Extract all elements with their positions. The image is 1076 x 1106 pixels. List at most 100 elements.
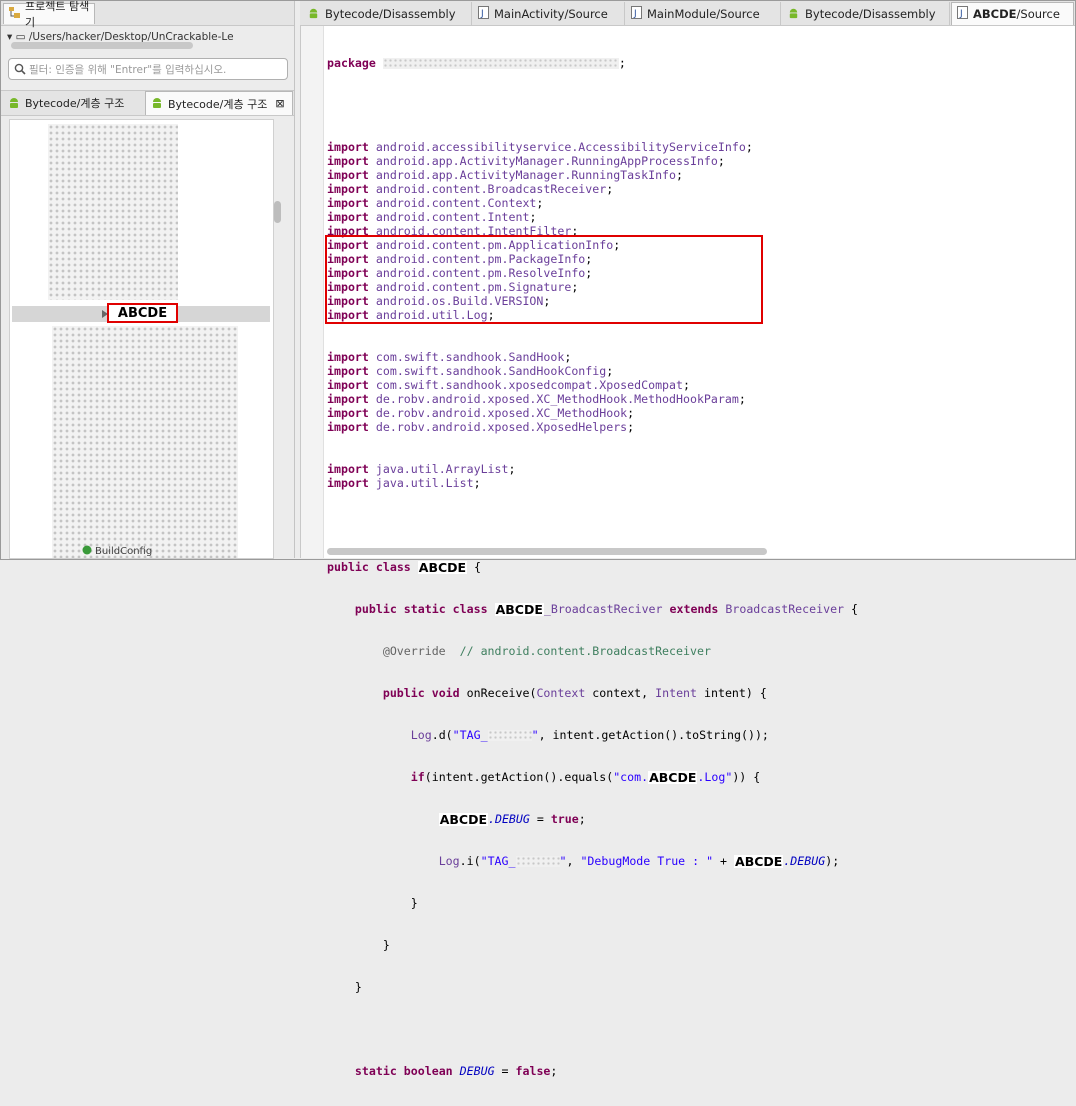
tab-bytecode-hierarchy-1[interactable]: Bytecode/계층 구조 [3, 91, 143, 115]
masked-name: ABCDE [438, 812, 488, 827]
tab-label: MainActivity/Source [494, 6, 608, 21]
svg-text:J: J [959, 9, 963, 19]
punct: { [474, 560, 482, 574]
tab-mainmodule-source[interactable]: J MainModule/Source [626, 2, 781, 25]
code-editor[interactable]: package ; import android.accessibilityse… [300, 26, 1075, 1078]
import-keyword: import [327, 462, 369, 476]
string: .Log" [697, 770, 733, 784]
close-brace: } [327, 938, 858, 952]
method-call: .d( [431, 728, 453, 742]
import-keyword: import [327, 196, 369, 210]
close-icon[interactable]: ⊠ [275, 97, 284, 110]
punct: ; [578, 812, 586, 826]
import-keyword: import [327, 420, 369, 434]
if-line: if(intent.getAction().equals("com.ABCDE.… [327, 770, 858, 784]
keyword: package [327, 56, 376, 70]
filter-input[interactable]: 필터: 인증을 위해 "Entrer"를 입력하십시오. [8, 58, 288, 80]
tab-bytecode-hierarchy-2[interactable]: Bytecode/계층 구조 ⊠ [145, 91, 293, 115]
import-line: import android.content.Intent; [327, 210, 858, 224]
import-path: android.content.Context [375, 196, 537, 210]
redacted-tree-items [48, 124, 178, 300]
import-line: import com.swift.sandhook.SandHook; [327, 350, 858, 364]
import-keyword: import [327, 154, 369, 168]
package-line: package ; [327, 56, 858, 70]
import-line: import de.robv.android.xposed.XposedHelp… [327, 420, 858, 434]
import-keyword: import [327, 350, 369, 364]
import-keyword: import [327, 476, 369, 490]
tab-bytecode-disassembly-2[interactable]: Bytecode/Disassembly [782, 2, 950, 25]
masked-name: ABCDE [648, 770, 698, 785]
explorer-tabbar: 프로젝트 탐색기 [1, 0, 294, 29]
string: " [559, 854, 567, 868]
punct: } [382, 938, 390, 952]
punct: ; [717, 154, 725, 168]
imports-hooking: import com.swift.sandhook.SandHook; impor… [327, 350, 858, 434]
tree-item-buildconfig[interactable]: BuildConfig [82, 545, 152, 558]
import-keyword: import [327, 210, 369, 224]
hierarchy-tabbar: Bytecode/계층 구조 Bytecode/계층 구조 ⊠ [1, 90, 294, 116]
string: "com. [613, 770, 649, 784]
operator: = [529, 812, 551, 826]
keyword: static [403, 602, 446, 616]
android-icon [787, 6, 800, 22]
editor-horizontal-scrollbar[interactable] [327, 548, 767, 555]
tab-bytecode-disassembly-1[interactable]: Bytecode/Disassembly [302, 2, 472, 25]
tab-project-explorer[interactable]: 프로젝트 탐색기 [3, 0, 95, 29]
punct: ; [627, 420, 635, 434]
class-ref: Log [410, 728, 432, 742]
log-d-line: Log.d("TAG_ ", intent.getAction().toStrin… [327, 728, 858, 742]
import-keyword: import [327, 378, 369, 392]
import-keyword: import [327, 392, 369, 406]
import-line: import de.robv.android.xposed.XC_MethodH… [327, 392, 858, 406]
log-i-line: Log.i("TAG_ ", "DebugMode True : " + ABCD… [438, 854, 840, 869]
android-icon [150, 95, 164, 112]
svg-text:J: J [633, 9, 637, 19]
import-path: android.content.Intent [375, 210, 530, 224]
tree-vertical-scrollbar[interactable] [274, 201, 281, 223]
keyword: true [550, 812, 579, 826]
punct: ; [564, 350, 572, 364]
import-line: import com.swift.sandhook.SandHookConfig… [327, 364, 858, 378]
highlighted-hook-imports [325, 235, 763, 324]
tab-label: ABCDE/Source [973, 7, 1060, 21]
horizontal-scrollbar[interactable] [11, 42, 193, 49]
punct: ; [745, 140, 753, 154]
import-line: import android.accessibilityservice.Acce… [327, 140, 858, 154]
string: "TAG_ [452, 728, 488, 742]
android-icon [307, 6, 320, 22]
punct: ; [473, 476, 481, 490]
param-type: Intent [655, 686, 698, 700]
string: " [531, 728, 539, 742]
redacted-package-name [382, 58, 619, 69]
punct: ; [606, 364, 614, 378]
tab-label-suffix: /Source [1016, 7, 1060, 21]
highlighted-class-node[interactable]: ABCDE [107, 303, 178, 323]
tab-abcde-source[interactable]: J ABCDE/Source [951, 2, 1074, 25]
punct: { [759, 686, 767, 700]
android-icon [7, 95, 21, 112]
keyword: boolean [403, 1064, 453, 1078]
comment: // android.content.BroadcastReceiver [459, 644, 711, 658]
string: "TAG_ [480, 854, 516, 868]
class-declaration: public class ABCDE { [327, 560, 858, 574]
tab-label: Bytecode/계층 구조 [168, 97, 268, 111]
import-line: import android.content.Context; [327, 196, 858, 210]
redacted-tag [515, 856, 560, 867]
punct: ; [618, 56, 626, 70]
punct: ); [825, 854, 840, 868]
method-declaration: public void onReceive(Context context, I… [382, 686, 767, 700]
redacted-tag [487, 730, 532, 741]
static-field: DEBUG [459, 1064, 495, 1078]
tab-label: MainModule/Source [647, 6, 760, 21]
keyword: false [515, 1064, 551, 1078]
folder-tree-icon [8, 6, 21, 22]
masked-name: ABCDE [734, 854, 784, 869]
import-line: import de.robv.android.xposed.XC_MethodH… [327, 406, 858, 420]
punct: ; [529, 210, 537, 224]
punct: ; [536, 196, 544, 210]
tab-mainactivity-source[interactable]: J MainActivity/Source [473, 2, 625, 25]
method-call: .i( [459, 854, 481, 868]
param-name: intent [704, 686, 746, 700]
code-text: (intent.getAction().equals( [424, 770, 614, 784]
punct: } [354, 980, 362, 994]
